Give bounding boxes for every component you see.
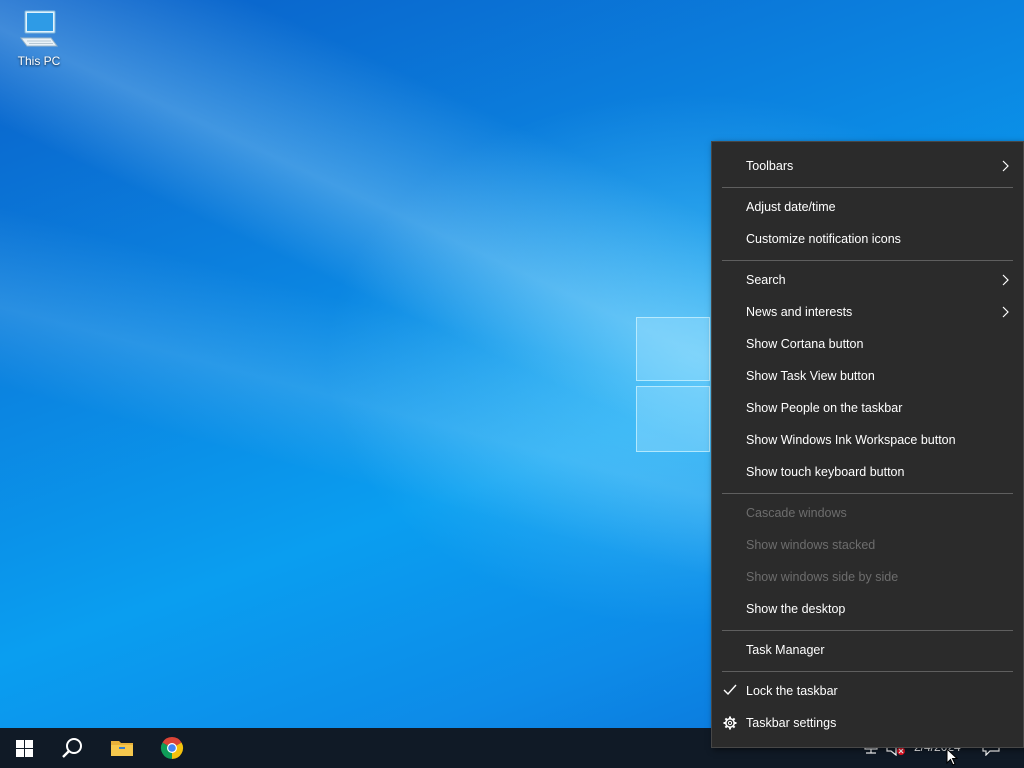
menu-separator xyxy=(722,630,1013,631)
menu-item-label: Show Cortana button xyxy=(746,337,864,351)
menu-item-cascade-windows: Cascade windows xyxy=(712,498,1023,528)
menu-item-label: Taskbar settings xyxy=(746,716,837,730)
desktop-icon-label: This PC xyxy=(17,54,61,68)
menu-item-label: Search xyxy=(746,273,786,287)
start-button[interactable] xyxy=(0,728,48,768)
mouse-cursor-icon xyxy=(946,748,958,766)
menu-item-show-windows-stacked: Show windows stacked xyxy=(712,530,1023,560)
menu-item-label: Customize notification icons xyxy=(746,232,901,246)
menu-item-show-ink-workspace-button[interactable]: Show Windows Ink Workspace button xyxy=(712,425,1023,455)
chrome-button[interactable] xyxy=(148,728,196,768)
search-button[interactable] xyxy=(48,728,96,768)
menu-item-label: News and interests xyxy=(746,305,853,319)
menu-item-toolbars[interactable]: Toolbars xyxy=(712,151,1023,181)
taskbar-context-menu: Toolbars Adjust date/time Customize noti… xyxy=(711,141,1024,748)
file-explorer-icon xyxy=(111,741,133,756)
menu-item-label: Toolbars xyxy=(746,159,794,173)
logo-pane-top xyxy=(636,317,710,381)
search-icon xyxy=(62,738,82,758)
file-explorer-button[interactable] xyxy=(98,728,146,768)
menu-item-customize-notification-icons[interactable]: Customize notification icons xyxy=(712,224,1023,254)
menu-item-news-and-interests[interactable]: News and interests xyxy=(712,297,1023,327)
chevron-right-icon xyxy=(1002,306,1009,318)
chrome-icon xyxy=(160,737,184,759)
chevron-right-icon xyxy=(1002,274,1009,286)
desktop-icon-this-pc[interactable]: This PC xyxy=(10,8,68,76)
menu-separator xyxy=(722,671,1013,672)
gear-icon xyxy=(723,716,737,730)
menu-item-search[interactable]: Search xyxy=(712,265,1023,295)
menu-item-show-the-desktop[interactable]: Show the desktop xyxy=(712,594,1023,624)
menu-item-label: Lock the taskbar xyxy=(746,684,838,698)
chevron-right-icon xyxy=(1002,160,1009,172)
windows-start-icon xyxy=(15,739,33,757)
menu-separator xyxy=(722,260,1013,261)
menu-item-label: Show Windows Ink Workspace button xyxy=(746,433,956,447)
menu-item-lock-the-taskbar[interactable]: Lock the taskbar xyxy=(712,676,1023,706)
menu-item-show-task-view-button[interactable]: Show Task View button xyxy=(712,361,1023,391)
menu-separator xyxy=(722,187,1013,188)
menu-item-label: Adjust date/time xyxy=(746,200,836,214)
menu-item-label: Show Task View button xyxy=(746,369,875,383)
logo-pane-bottom xyxy=(636,386,710,452)
menu-item-show-people[interactable]: Show People on the taskbar xyxy=(712,393,1023,423)
menu-item-label: Task Manager xyxy=(746,643,825,657)
menu-item-adjust-date-time[interactable]: Adjust date/time xyxy=(712,192,1023,222)
menu-item-label: Show touch keyboard button xyxy=(746,465,905,479)
menu-item-label: Show People on the taskbar xyxy=(746,401,903,415)
menu-item-label: Show windows stacked xyxy=(746,538,876,552)
menu-item-label: Show windows side by side xyxy=(746,570,899,584)
menu-item-task-manager[interactable]: Task Manager xyxy=(712,635,1023,665)
menu-item-label: Cascade windows xyxy=(746,506,847,520)
checkmark-icon xyxy=(723,684,737,696)
menu-item-label: Show the desktop xyxy=(746,602,846,616)
menu-separator xyxy=(722,493,1013,494)
menu-item-show-windows-side-by-side: Show windows side by side xyxy=(712,562,1023,592)
this-pc-icon xyxy=(20,10,58,47)
menu-item-taskbar-settings[interactable]: Taskbar settings xyxy=(712,708,1023,738)
menu-item-show-cortana-button[interactable]: Show Cortana button xyxy=(712,329,1023,359)
menu-item-show-touch-keyboard-button[interactable]: Show touch keyboard button xyxy=(712,457,1023,487)
